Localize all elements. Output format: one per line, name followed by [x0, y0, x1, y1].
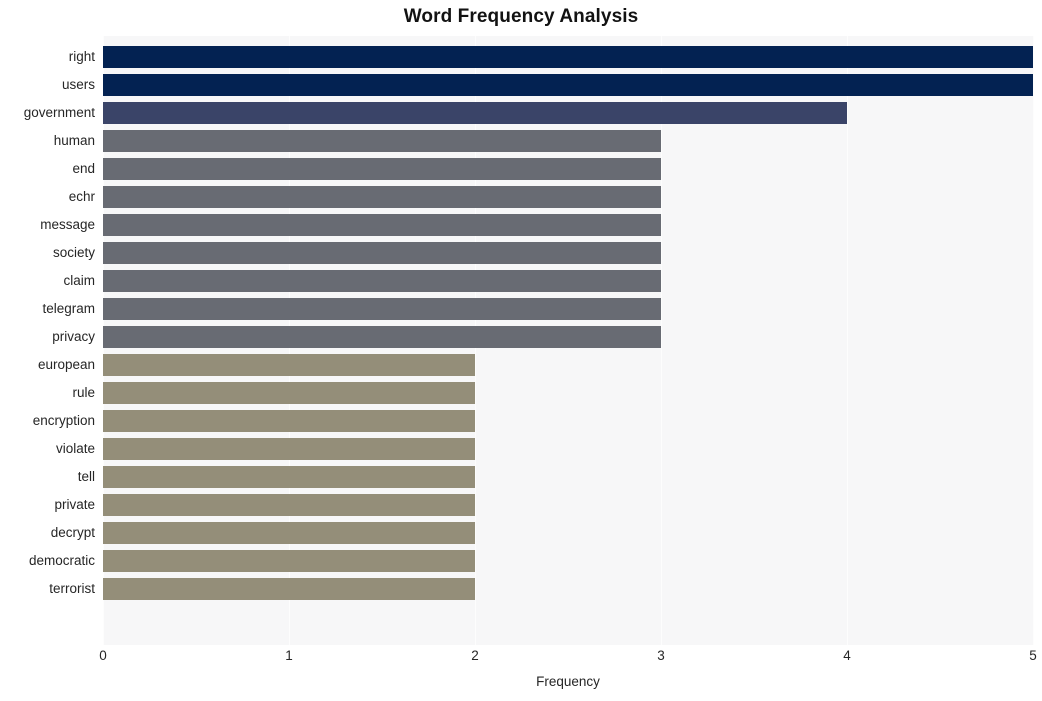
x-tick-label-0: 0 [99, 648, 107, 663]
bar-right[interactable] [103, 46, 1033, 68]
bar-row [103, 351, 1033, 379]
x-tick-label-1: 1 [285, 648, 293, 663]
bar-row [103, 575, 1033, 603]
bar-privacy[interactable] [103, 326, 661, 348]
x-axis-tick-labels: 0 1 2 3 4 5 [99, 648, 1037, 670]
bar-tell[interactable] [103, 466, 475, 488]
bar-row [103, 267, 1033, 295]
y-tick-label-decrypt: decrypt [50, 525, 95, 540]
y-tick-label-message: message [40, 217, 95, 232]
y-tick-label-tell: tell [77, 469, 95, 484]
bar-row [103, 155, 1033, 183]
bar-decrypt[interactable] [103, 522, 475, 544]
bar-row [103, 295, 1033, 323]
bar-end[interactable] [103, 158, 661, 180]
bar-row [103, 239, 1033, 267]
y-tick-label-violate: violate [55, 441, 95, 456]
bar-row [103, 127, 1033, 155]
bar-row [103, 99, 1033, 127]
bar-government[interactable] [103, 102, 847, 124]
x-tick-label-3: 3 [657, 648, 665, 663]
y-tick-label-right: right [68, 49, 95, 64]
x-tick-label-4: 4 [843, 648, 851, 663]
bar-claim[interactable] [103, 270, 661, 292]
y-tick-label-echr: echr [68, 189, 95, 204]
bar-row [103, 463, 1033, 491]
bar-row [103, 323, 1033, 351]
y-tick-label-users: users [61, 77, 95, 92]
bar-row [103, 519, 1033, 547]
bar-society[interactable] [103, 242, 661, 264]
bar-encryption[interactable] [103, 410, 475, 432]
bar-row [103, 547, 1033, 575]
bar-terrorist[interactable] [103, 578, 475, 600]
chart-title: Word Frequency Analysis [403, 6, 639, 27]
bar-row [103, 435, 1033, 463]
bars-layer [103, 36, 1033, 645]
bar-users[interactable] [103, 74, 1033, 96]
y-tick-label-democratic: democratic [28, 553, 95, 568]
y-tick-label-private: private [54, 497, 95, 512]
gridline-x-5 [1033, 36, 1034, 645]
y-tick-label-privacy: privacy [52, 329, 95, 344]
bar-telegram[interactable] [103, 298, 661, 320]
y-tick-label-terrorist: terrorist [49, 581, 95, 596]
y-tick-label-european: european [37, 357, 95, 372]
y-tick-label-society: society [52, 245, 95, 260]
y-axis-tick-labels: right users government human end echr message s… [0, 36, 95, 645]
bar-private[interactable] [103, 494, 475, 516]
bar-row [103, 407, 1033, 435]
bar-democratic[interactable] [103, 550, 475, 572]
plot-area [103, 36, 1034, 645]
bar-message[interactable] [103, 214, 661, 236]
bar-row [103, 71, 1033, 99]
bar-european[interactable] [103, 354, 475, 376]
bar-human[interactable] [103, 130, 661, 152]
word-frequency-chart: Word Frequency Analysis right users govern… [0, 0, 1042, 701]
bar-echr[interactable] [103, 186, 661, 208]
bar-row [103, 43, 1033, 71]
bar-row [103, 183, 1033, 211]
x-tick-label-5: 5 [1029, 648, 1037, 663]
bar-violate[interactable] [103, 438, 475, 460]
y-tick-label-end: end [72, 161, 95, 176]
x-axis-title: Frequency [536, 674, 600, 689]
bar-row [103, 491, 1033, 519]
y-tick-label-telegram: telegram [42, 301, 95, 316]
y-tick-label-rule: rule [72, 385, 95, 400]
y-tick-label-human: human [53, 133, 95, 148]
bar-rule[interactable] [103, 382, 475, 404]
bar-row [103, 379, 1033, 407]
y-tick-label-claim: claim [63, 273, 95, 288]
bar-row [103, 211, 1033, 239]
y-tick-label-government: government [23, 105, 95, 120]
x-tick-label-2: 2 [471, 648, 479, 663]
y-tick-label-encryption: encryption [32, 413, 95, 428]
